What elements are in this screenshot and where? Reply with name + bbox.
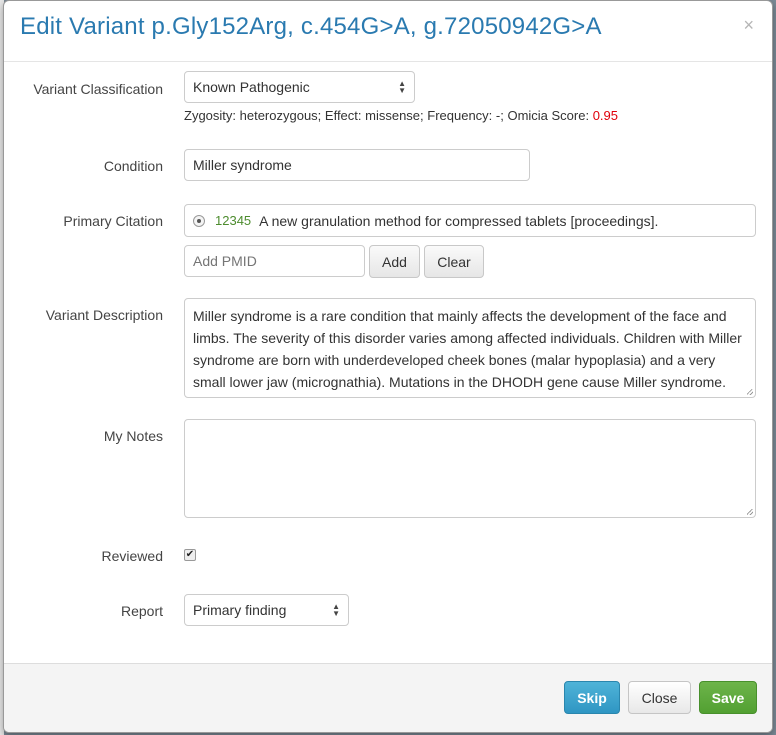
classification-value: Known Pathogenic (193, 79, 310, 95)
add-pmid-button[interactable]: Add (369, 245, 420, 278)
edit-variant-modal: Edit Variant p.Gly152Arg, c.454G>A, g.72… (3, 0, 773, 733)
classification-label: Variant Classification (33, 81, 163, 97)
notes-label: My Notes (103, 428, 163, 444)
description-label: Variant Description (45, 307, 163, 323)
save-button[interactable]: Save (699, 681, 757, 714)
resize-handle-icon[interactable] (747, 509, 753, 515)
reviewed-checkbox[interactable]: ✔ (184, 549, 196, 561)
skip-button[interactable]: Skip (564, 681, 620, 714)
citation-item: 12345 A new granulation method for compr… (184, 204, 756, 237)
citation-radio[interactable] (193, 214, 205, 227)
select-arrows-icon: ▲ ▼ (398, 79, 406, 95)
citation-label: Primary Citation (63, 213, 163, 229)
variant-summary: Zygosity: heterozygous; Effect: missense… (184, 108, 618, 123)
report-value: Primary finding (193, 602, 287, 618)
description-text: Miller syndrome is a rare condition that… (193, 308, 742, 397)
classification-select[interactable]: Known Pathogenic ▲ ▼ (184, 71, 415, 103)
report-label: Report (120, 603, 163, 619)
description-textarea[interactable]: Miller syndrome is a rare condition that… (184, 298, 756, 398)
reviewed-label: Reviewed (101, 548, 163, 564)
notes-textarea[interactable] (184, 419, 756, 518)
citation-title: A new granulation method for compressed … (259, 212, 659, 229)
add-pmid-input[interactable] (184, 245, 365, 277)
resize-handle-icon[interactable] (747, 389, 753, 395)
modal-footer: Skip Close Save (4, 663, 772, 732)
citation-pmid[interactable]: 12345 (215, 213, 251, 228)
modal-title: Edit Variant p.Gly152Arg, c.454G>A, g.72… (20, 13, 602, 40)
close-button[interactable]: Close (628, 681, 691, 714)
condition-input[interactable]: Miller syndrome (184, 149, 530, 181)
report-select[interactable]: Primary finding ▲ ▼ (184, 594, 349, 626)
variant-summary-text: Zygosity: heterozygous; Effect: missense… (184, 108, 593, 123)
omicia-score: 0.95 (592, 108, 619, 123)
select-arrows-icon: ▲ ▼ (332, 602, 340, 618)
close-icon[interactable]: × (743, 15, 754, 36)
modal-header: Edit Variant p.Gly152Arg, c.454G>A, g.72… (4, 1, 772, 62)
condition-label: Condition (103, 158, 163, 174)
clear-citation-button[interactable]: Clear (424, 245, 484, 278)
